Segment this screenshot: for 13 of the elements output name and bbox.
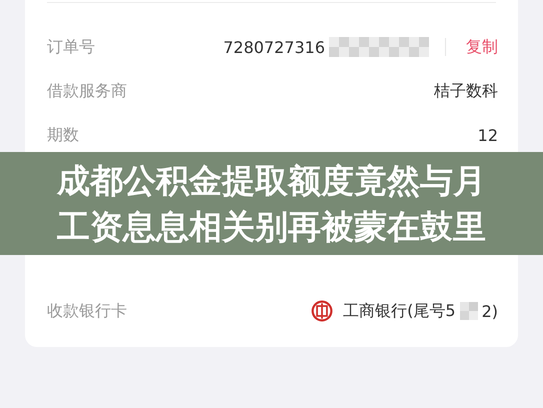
field-value: 7280727316 — [223, 38, 325, 56]
bank-logo-icon — [311, 300, 334, 322]
field-label: 期数 — [47, 124, 79, 146]
field-value: 桔子数科 — [434, 80, 498, 102]
field-label: 收款银行卡 — [47, 300, 127, 322]
field-label: 订单号 — [47, 36, 95, 58]
field-label: 借款服务商 — [47, 80, 127, 102]
field-value: 工商银行(尾号5 — [343, 300, 456, 322]
field-value: 12 — [478, 126, 498, 144]
mosaic-blur — [460, 302, 478, 320]
headline: 成都公积金提取额度竟然与月工资息息相关别再被蒙在鼓里 — [57, 160, 486, 248]
field-value: 2) — [482, 302, 498, 320]
copy-link[interactable]: 复制 — [466, 36, 498, 58]
